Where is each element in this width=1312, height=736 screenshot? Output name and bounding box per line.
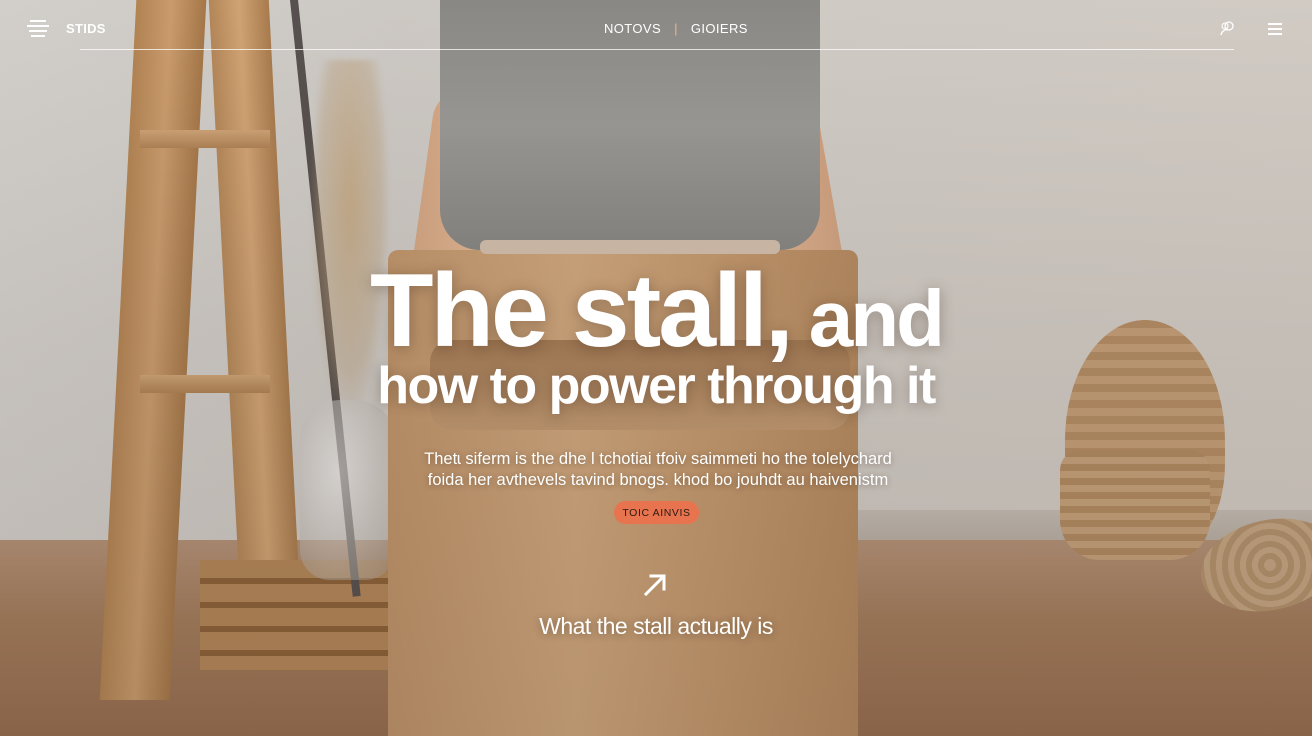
hamburger-icon[interactable]	[1268, 23, 1282, 35]
cta-button[interactable]: TOIC AINVIS	[614, 501, 699, 524]
hero-title-line-2: how to power through it	[377, 357, 936, 415]
hero-title-line-1: The stall, and	[0, 252, 1312, 371]
main-nav: NOTOVS | GIOIERS	[604, 21, 748, 36]
hero-title-tail: and	[808, 274, 945, 363]
hero-title-main: The stall,	[369, 253, 794, 369]
arrow-up-right-icon[interactable]	[641, 571, 669, 599]
user-icon[interactable]	[1219, 20, 1237, 36]
menu-lines-icon[interactable]	[27, 19, 49, 37]
nav-link-gioiers[interactable]: GIOIERS	[691, 21, 748, 36]
hero-description: Thetɩ siferm is the dhe l tchotiai tfoiv…	[424, 450, 892, 489]
nav-link-notovs[interactable]: NOTOVS	[604, 21, 661, 36]
header-divider	[80, 49, 1234, 50]
section-link-what-the-stall-is[interactable]: What the stall actually is	[0, 613, 1312, 640]
brand-logo[interactable]: STIDS	[66, 21, 106, 36]
top-navigation: STIDS NOTOVS | GIOIERS	[0, 0, 1312, 50]
nav-separator: |	[674, 21, 678, 36]
page: STIDS NOTOVS | GIOIERS The stall, and how…	[0, 0, 1312, 736]
